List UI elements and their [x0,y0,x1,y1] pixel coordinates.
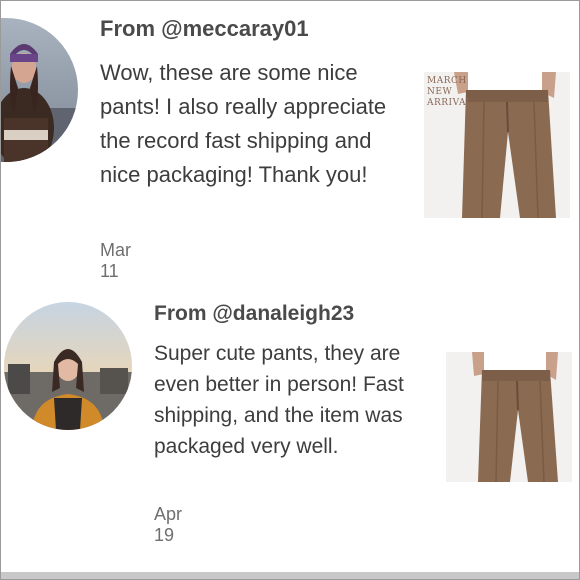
user-photo-icon [0,18,78,162]
bottom-divider [0,572,580,580]
review-date: Mar 11 [100,240,131,281]
product-thumbnail[interactable] [446,352,572,482]
review-text: Wow, these are some nice pants! I also r… [100,60,387,187]
review-author[interactable]: From @danaleigh23 [154,302,354,326]
reviewer-avatar[interactable] [0,18,78,162]
review-author[interactable]: From @meccaray01 [100,16,309,42]
review-text: Super cute pants, they are even better i… [154,342,404,458]
thumbnail-watermark: MARCH NEW ARRIVAL [427,76,473,108]
pants-photo-icon [446,352,572,482]
user-photo-icon [4,302,132,430]
review-date: Apr 19 [154,504,183,545]
reviewer-avatar[interactable] [4,302,132,430]
